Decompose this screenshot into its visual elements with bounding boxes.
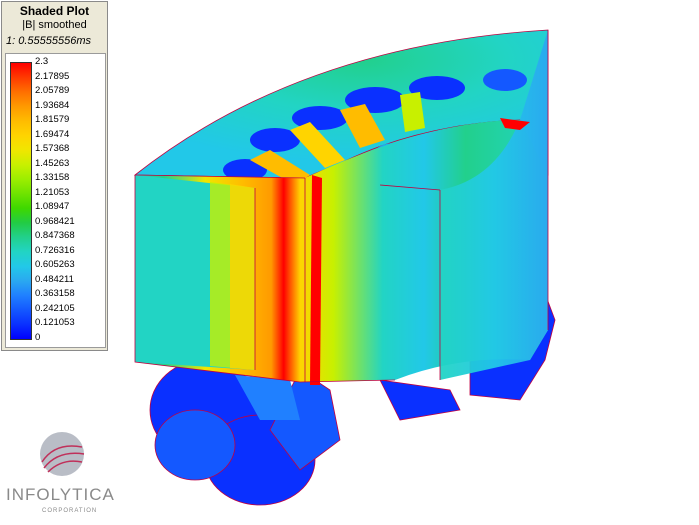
legend-tick-label: 1.93684 (35, 99, 70, 111)
legend-tick-label: 2.17895 (35, 70, 70, 82)
legend-subtitle: |B| smoothed (22, 19, 87, 31)
legend-tick-label: 1.57368 (35, 143, 70, 155)
legend-tick-label: 2.05789 (35, 85, 70, 97)
legend-tick-label: 0.968421 (35, 215, 75, 227)
legend-tick-label: 0 (35, 332, 41, 343)
legend-tick-label: 1.21053 (35, 186, 70, 198)
legend-tick-label: 1.45263 (35, 157, 70, 169)
logo-tagline: CORPORATION (42, 508, 98, 514)
legend-title: Shaded Plot (19, 4, 90, 18)
legend-tick-label: 0.726316 (35, 244, 75, 256)
legend-panel: Shaded Plot |B| smoothed 1: 0.55555556ms… (1, 1, 108, 351)
colorbar (10, 62, 32, 340)
legend-colorscale: 2.3 2.17895 2.05789 1.93684 1.81579 1.69474 1.… (5, 53, 106, 348)
legend-tick-label: 0.605263 (35, 259, 75, 271)
hot-spot (310, 175, 322, 385)
legend-time: 1: 0.55555556ms (6, 35, 92, 47)
legend-tick-label: 0.242105 (35, 302, 75, 314)
legend-tick-label: 1.33158 (35, 172, 70, 184)
legend-tick-label: 1.08947 (35, 201, 70, 213)
legend-tick-label: 0.847368 (35, 230, 75, 242)
legend-tick-label: 1.69474 (35, 128, 70, 140)
legend-tick-label: 1.81579 (35, 114, 70, 126)
legend-tick-label: 0.484211 (35, 273, 74, 285)
legend-tick-label: 0.363158 (35, 288, 75, 300)
logo-name: INFOLYTICA (6, 485, 115, 504)
infolytica-logo-mark (40, 432, 85, 476)
legend-tick-label: 2.3 (35, 56, 49, 67)
legend-tick-label: 0.121053 (35, 317, 75, 329)
